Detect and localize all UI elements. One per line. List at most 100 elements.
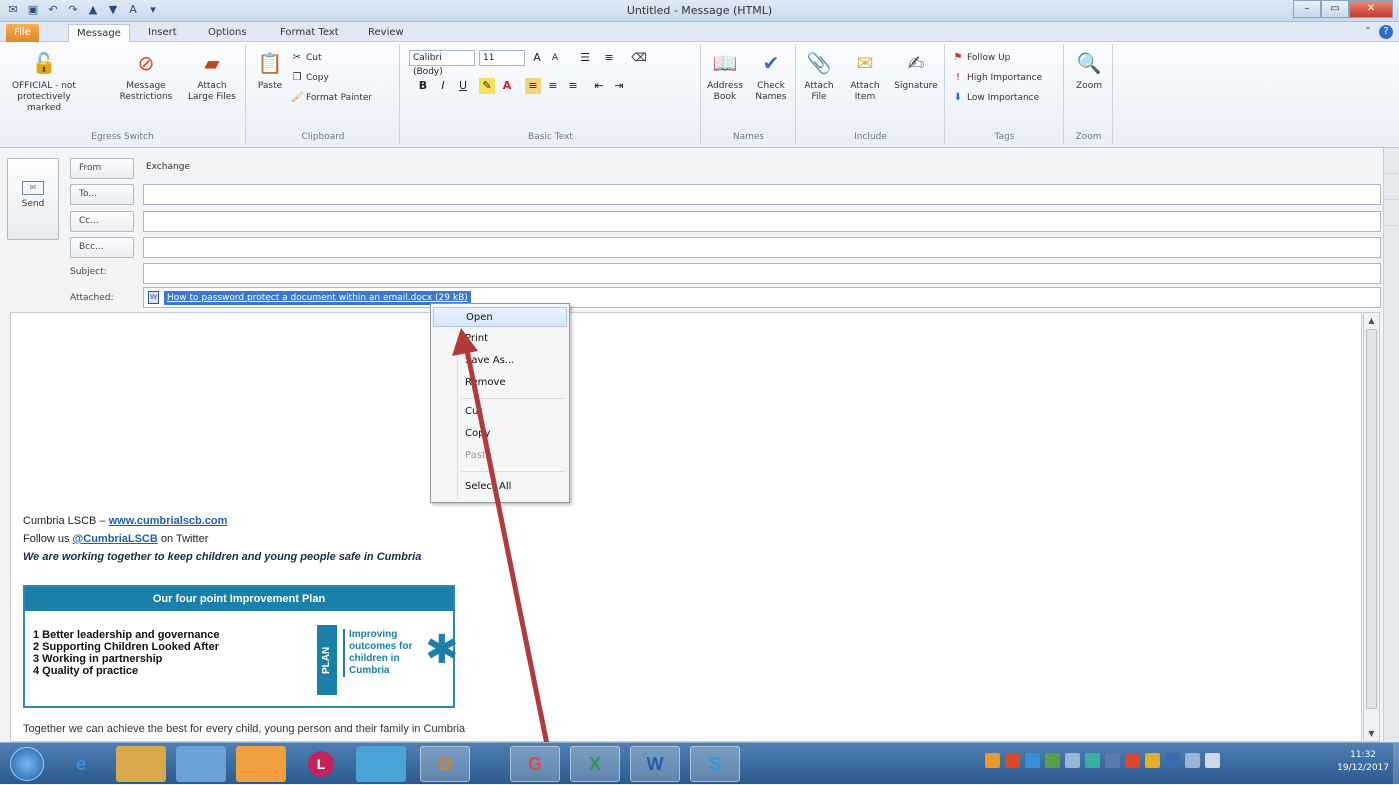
address-book-button[interactable]: 📖 Address Book	[704, 48, 746, 103]
tab-options[interactable]: Options	[200, 24, 255, 42]
scroll-up-icon[interactable]: ▲	[1364, 313, 1379, 328]
font-color-icon[interactable]: A	[499, 78, 515, 94]
outlook-taskbar-icon[interactable]: O	[420, 746, 470, 782]
menu-item-save-as[interactable]: Save As...	[433, 351, 567, 371]
clear-formatting-icon[interactable]: ⌫	[631, 50, 647, 66]
scroll-down-icon[interactable]: ▼	[1364, 726, 1379, 741]
network-icon[interactable]	[1185, 753, 1200, 768]
citrix-icon[interactable]	[356, 746, 406, 782]
windows-store-icon[interactable]	[176, 746, 226, 782]
group-label: Zoom	[1075, 132, 1102, 142]
high-importance-button[interactable]: ! High Importance	[952, 72, 1042, 84]
show-desktop-button[interactable]	[1393, 743, 1399, 785]
minimize-button[interactable]: –	[1293, 0, 1321, 18]
tray-app-icon[interactable]	[1165, 753, 1180, 768]
tab-format-text[interactable]: Format Text	[272, 24, 347, 42]
message-body[interactable]: Cumbria LSCB – www.cumbrialscb.com Follo…	[10, 312, 1362, 742]
attach-item-button[interactable]: ✉ Attach Item	[843, 48, 887, 103]
tray-app-icon[interactable]	[985, 753, 1000, 768]
tray-app-icon[interactable]	[1005, 753, 1020, 768]
bold-icon[interactable]: B	[415, 78, 431, 94]
menu-item-open[interactable]: Open	[433, 307, 567, 327]
skype-icon[interactable]: S	[690, 746, 740, 782]
excel-icon[interactable]: X	[570, 746, 620, 782]
shrink-font-icon[interactable]: A	[547, 50, 563, 66]
cc-field[interactable]	[143, 211, 1381, 232]
lync-app[interactable]: L	[296, 746, 346, 782]
twitter-link[interactable]: @CumbriaLSCB	[73, 533, 158, 545]
protective-marking-button[interactable]: 🔓 OFFICIAL - not protectively marked	[4, 48, 84, 114]
format-painter-label: Format Painter	[306, 93, 373, 103]
menu-item-select-all[interactable]: Select All	[433, 477, 567, 497]
attach-large-files-button[interactable]: ▰ Attach Large Files	[184, 48, 240, 103]
help-icon[interactable]: ?	[1379, 25, 1393, 39]
tray-app-icon[interactable]	[1145, 753, 1160, 768]
tray-app-icon[interactable]	[1065, 753, 1080, 768]
cc-button[interactable]: Cc...	[70, 211, 134, 232]
tab-review[interactable]: Review	[360, 24, 412, 42]
tray-app-icon[interactable]	[1125, 753, 1140, 768]
increase-indent-icon[interactable]: ⇥	[611, 78, 627, 94]
tray-app-icon[interactable]	[1105, 753, 1120, 768]
send-button[interactable]: ✉ Send	[7, 158, 59, 240]
paste-button[interactable]: 📋 Paste	[253, 48, 287, 92]
to-field[interactable]	[143, 184, 1381, 205]
close-button[interactable]: ✕	[1349, 0, 1393, 18]
to-button[interactable]: To...	[70, 184, 134, 205]
word-icon[interactable]: W	[630, 746, 680, 782]
font-size-dropdown[interactable]: 11	[479, 50, 525, 66]
copy-label: Copy	[306, 73, 329, 83]
cut-button[interactable]: ✂ Cut	[291, 52, 322, 64]
underline-icon[interactable]: U	[455, 78, 471, 94]
check-names-button[interactable]: ✔ Check Names	[750, 48, 792, 103]
maximize-button[interactable]: ▭	[1321, 0, 1349, 18]
bcc-button[interactable]: Bcc...	[70, 237, 134, 258]
menu-item-cut[interactable]: Cut	[433, 402, 567, 422]
align-left-icon[interactable]: ≡	[525, 78, 541, 94]
follow-up-button[interactable]: ⚑ Follow Up	[952, 52, 1011, 64]
grow-font-icon[interactable]: A	[529, 50, 545, 66]
signature-button[interactable]: ✍ Signature	[891, 48, 941, 92]
highlight-icon[interactable]: ✎	[479, 78, 495, 94]
subject-field[interactable]	[143, 263, 1381, 284]
plan-tag: PLAN	[317, 625, 337, 695]
zoom-button[interactable]: 🔍 Zoom	[1069, 48, 1109, 92]
low-importance-button[interactable]: ⬇ Low Importance	[952, 92, 1039, 104]
tray-app-icon[interactable]	[1085, 753, 1100, 768]
group-zoom: 🔍 Zoom Zoom	[1065, 44, 1113, 144]
decrease-indent-icon[interactable]: ⇤	[591, 78, 607, 94]
vertical-scrollbar[interactable]: ▲ ▼	[1363, 312, 1380, 742]
numbering-icon[interactable]: ≡	[601, 50, 617, 66]
attachment-item[interactable]: How to password protect a document withi…	[164, 291, 471, 305]
taskbar-clock[interactable]: 11:32 19/12/2017	[1337, 749, 1389, 775]
chrome-icon[interactable]: G	[510, 746, 560, 782]
start-button[interactable]	[10, 747, 44, 781]
internet-explorer-icon[interactable]: e	[56, 746, 106, 782]
minimize-ribbon-icon[interactable]: ⌃	[1361, 25, 1375, 39]
scroll-thumb[interactable]	[1366, 329, 1377, 709]
copy-button[interactable]: ❐ Copy	[291, 72, 329, 84]
tab-message[interactable]: Message	[68, 24, 130, 42]
tab-file[interactable]: File	[6, 24, 39, 42]
volume-icon[interactable]	[1205, 753, 1220, 768]
attach-file-button[interactable]: 📎 Attach File	[799, 48, 839, 103]
menu-item-remove[interactable]: Remove	[433, 373, 567, 393]
tab-insert[interactable]: Insert	[140, 24, 185, 42]
align-center-icon[interactable]: ≡	[545, 78, 561, 94]
italic-icon[interactable]: I	[435, 78, 451, 94]
bcc-field[interactable]	[143, 237, 1381, 258]
tray-app-icon[interactable]	[1045, 753, 1060, 768]
message-restrictions-button[interactable]: ⊘ Message Restrictions	[118, 48, 174, 103]
format-painter-button[interactable]: 🖌 Format Painter	[291, 92, 372, 104]
group-label: Names	[732, 132, 765, 142]
file-explorer-icon[interactable]	[116, 746, 166, 782]
from-button[interactable]: From	[70, 158, 134, 179]
menu-item-copy[interactable]: Copy	[433, 424, 567, 444]
signature-website-link[interactable]: www.cumbrialscb.com	[109, 515, 228, 527]
tray-app-icon[interactable]	[1025, 753, 1040, 768]
align-right-icon[interactable]: ≡	[565, 78, 581, 94]
menu-item-print[interactable]: Print	[433, 329, 567, 349]
bullets-icon[interactable]: ☰	[577, 50, 593, 66]
media-player-icon[interactable]	[236, 746, 286, 782]
font-name-dropdown[interactable]: Calibri (Body)	[409, 50, 475, 77]
